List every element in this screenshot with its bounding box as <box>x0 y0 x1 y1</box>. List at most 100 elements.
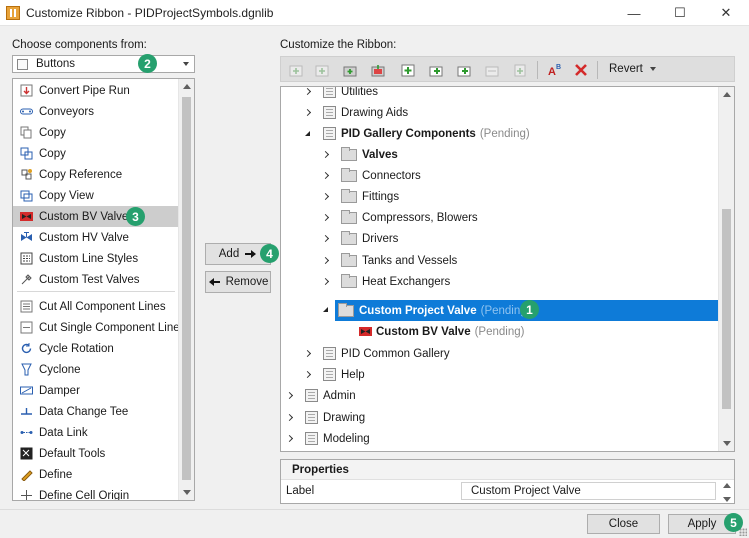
tree-item-custom-bv-valve[interactable]: Custom BV Valve (Pending) <box>359 321 524 342</box>
expand-icon[interactable] <box>305 88 313 96</box>
add-split-button-icon[interactable] <box>399 61 417 79</box>
scroll-down-icon[interactable] <box>723 441 731 446</box>
expand-icon[interactable] <box>323 151 331 159</box>
expand-icon[interactable] <box>287 435 295 443</box>
list-item[interactable]: Cut Single Component Line <box>13 317 180 338</box>
list-item[interactable]: Data Change Tee <box>13 401 179 422</box>
list-item[interactable]: Cyclone <box>13 359 179 380</box>
callout-badge-3: 3 <box>126 207 145 226</box>
components-source-dropdown[interactable]: Buttons <box>12 55 195 73</box>
list-item[interactable]: Define <box>13 464 179 485</box>
list-item[interactable]: Define Cell Origin <box>13 485 179 500</box>
label-property-input[interactable]: Custom Project Valve <box>461 482 716 500</box>
tree-item[interactable]: Help <box>305 364 365 385</box>
tree-item[interactable]: Admin <box>287 385 356 406</box>
tree-item[interactable]: Heat Exchangers <box>323 271 450 292</box>
tree-item-pid-gallery-components[interactable]: PID Gallery Components (Pending) <box>305 123 530 144</box>
scroll-down-icon[interactable] <box>723 497 731 502</box>
custom-bv-valve-icon <box>20 210 33 223</box>
footer-divider <box>0 509 749 510</box>
add-separator-icon[interactable] <box>483 61 501 79</box>
properties-scrollbar[interactable] <box>720 480 734 503</box>
scroll-up-icon[interactable] <box>723 92 731 97</box>
group-folder-icon <box>341 252 357 267</box>
add-gallery-icon[interactable] <box>341 61 359 79</box>
add-label-icon[interactable] <box>511 61 529 79</box>
tree-item[interactable]: Fittings <box>323 186 399 207</box>
callout-badge-1: 1 <box>520 300 539 319</box>
list-item-custom-bv-valve[interactable]: Custom BV Valve <box>13 206 179 227</box>
expand-icon[interactable] <box>305 109 313 117</box>
list-item[interactable]: Copy <box>13 122 179 143</box>
custom-bv-valve-icon <box>359 327 372 336</box>
tree-item[interactable]: Drawing <box>287 407 365 428</box>
minimize-button[interactable]: — <box>611 0 657 26</box>
scroll-thumb[interactable] <box>722 209 731 409</box>
remove-button[interactable]: Remove <box>205 271 271 293</box>
chevron-down-icon[interactable] <box>183 62 189 66</box>
add-toggle-icon[interactable] <box>427 61 445 79</box>
expand-icon[interactable] <box>287 392 295 400</box>
scroll-down-icon[interactable] <box>183 490 191 495</box>
rename-icon[interactable]: AB <box>546 61 564 79</box>
list-item[interactable]: Cycle Rotation <box>13 338 179 359</box>
tree-item[interactable]: Tanks and Vessels <box>323 250 457 271</box>
revert-button[interactable]: Revert <box>609 63 656 75</box>
tree-item[interactable]: Utilities <box>305 87 378 102</box>
default-tools-icon <box>20 447 33 460</box>
expand-icon[interactable] <box>323 235 331 243</box>
collapse-icon[interactable] <box>323 306 331 314</box>
tree-item[interactable]: Drivers <box>323 228 398 249</box>
tree-item[interactable]: Valves <box>323 144 398 165</box>
scroll-up-icon[interactable] <box>723 483 731 488</box>
customize-ribbon-label: Customize the Ribbon: <box>280 39 397 51</box>
collapse-icon[interactable] <box>305 130 313 138</box>
expand-icon[interactable] <box>323 193 331 201</box>
ribbon-tree-scrollbar[interactable] <box>718 87 734 451</box>
add-button-group-icon[interactable] <box>369 61 387 79</box>
components-list[interactable]: Convert Pipe Run Conveyors Copy Copy Cop… <box>12 78 195 501</box>
add-dropdown-icon[interactable] <box>455 61 473 79</box>
cut-all-lines-icon <box>20 300 33 313</box>
list-item[interactable]: Convert Pipe Run <box>13 80 179 101</box>
expand-icon[interactable] <box>323 172 331 180</box>
list-item[interactable]: Conveyors <box>13 101 179 122</box>
toolbar-divider <box>597 61 598 79</box>
expand-icon[interactable] <box>323 257 331 265</box>
maximize-button[interactable]: ☐ <box>657 0 703 26</box>
components-list-scrollbar[interactable] <box>178 79 194 500</box>
callout-badge-4: 4 <box>260 244 279 263</box>
expand-icon[interactable] <box>323 214 331 222</box>
close-window-button[interactable]: ✕ <box>703 0 749 26</box>
close-button[interactable]: Close <box>587 514 660 534</box>
list-item[interactable]: Data Link <box>13 422 179 443</box>
list-item[interactable]: Custom HV Valve <box>13 227 179 248</box>
tree-item[interactable]: PID Common Gallery <box>305 343 450 364</box>
delete-icon[interactable] <box>572 61 590 79</box>
list-item[interactable]: Custom Line Styles <box>13 248 179 269</box>
list-item[interactable]: Copy <box>13 143 179 164</box>
copy-view-icon <box>20 189 33 202</box>
tree-item[interactable]: Compressors, Blowers <box>323 207 478 228</box>
expand-icon[interactable] <box>305 371 313 379</box>
define-cell-origin-icon <box>20 489 33 500</box>
title-bar: Customize Ribbon - PIDProjectSymbols.dgn… <box>0 0 749 26</box>
list-item[interactable]: Damper <box>13 380 179 401</box>
list-item[interactable]: Default Tools <box>13 443 179 464</box>
expand-icon[interactable] <box>287 414 295 422</box>
svg-text:A: A <box>548 66 556 78</box>
list-item[interactable]: Cut All Component Lines <box>13 296 179 317</box>
list-item[interactable]: Copy View <box>13 185 179 206</box>
list-item[interactable]: Copy Reference <box>13 164 179 185</box>
list-item[interactable]: Custom Test Valves <box>13 269 179 290</box>
tree-item[interactable]: Drawing Aids <box>305 102 408 123</box>
new-group-icon[interactable] <box>313 61 331 79</box>
tree-item[interactable]: Modeling <box>287 428 370 449</box>
tree-item[interactable]: Connectors <box>323 165 421 186</box>
expand-icon[interactable] <box>323 278 331 286</box>
scroll-up-icon[interactable] <box>183 84 191 89</box>
scroll-thumb[interactable] <box>182 97 191 480</box>
expand-icon[interactable] <box>305 350 313 358</box>
new-tab-icon[interactable] <box>287 61 305 79</box>
ribbon-tree[interactable]: Utilities Drawing Aids PID Gallery Compo… <box>280 86 735 452</box>
